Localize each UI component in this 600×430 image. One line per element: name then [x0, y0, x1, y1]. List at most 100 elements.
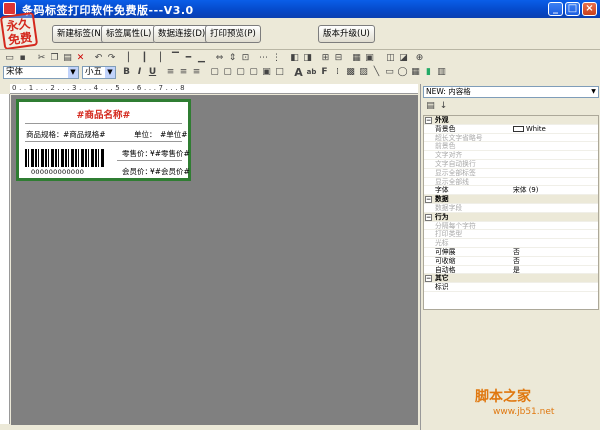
property-category[interactable]: − 数据: [424, 195, 598, 204]
object-select[interactable]: NEW: 内容格 ▼: [423, 86, 599, 98]
text-right-icon[interactable]: ≡: [191, 67, 202, 78]
same-size-icon[interactable]: ⊡: [240, 53, 251, 64]
property-row[interactable]: 前景色: [424, 142, 598, 152]
retail-price-label[interactable]: 零售价：: [122, 148, 152, 159]
property-row[interactable]: 文字对齐: [424, 151, 598, 160]
save-icon[interactable]: ▪: [17, 53, 28, 64]
maximize-button[interactable]: □: [565, 2, 580, 16]
property-row[interactable]: 可收缩 否: [424, 257, 598, 266]
send-back-icon[interactable]: ◨: [302, 53, 313, 64]
property-row[interactable]: 可伸展 否: [424, 248, 598, 257]
property-row[interactable]: 背景色 White: [424, 125, 598, 134]
barcode-tool-icon[interactable]: ⁞: [332, 67, 343, 78]
property-row[interactable]: 文字自动换行: [424, 160, 598, 169]
property-row[interactable]: 显示全部线: [424, 178, 598, 187]
property-value[interactable]: 宋体 (9): [513, 186, 538, 195]
property-row[interactable]: 自动格是: [424, 266, 598, 275]
delete-icon[interactable]: ✕: [75, 53, 86, 64]
print-preview-button[interactable]: 打印预览(P): [205, 25, 261, 43]
text-tool-icon[interactable]: A: [293, 67, 304, 78]
align-middle-icon[interactable]: ━: [183, 53, 194, 64]
qrcode-tool-icon[interactable]: ▩: [345, 67, 356, 78]
sort-alpha-icon[interactable]: ↓: [438, 101, 449, 112]
close-button[interactable]: ×: [582, 2, 597, 16]
unit-label[interactable]: 单位：: [134, 129, 157, 140]
align-right-icon[interactable]: ▕: [152, 53, 163, 64]
bring-front-icon[interactable]: ◧: [289, 53, 300, 64]
property-row[interactable]: 数据字段: [424, 204, 598, 213]
minimize-button[interactable]: _: [548, 2, 563, 16]
same-width-icon[interactable]: ⇔: [214, 53, 225, 64]
property-category[interactable]: − 行为: [424, 212, 598, 222]
field-tool-icon[interactable]: F: [319, 67, 330, 78]
text-left-icon[interactable]: ≡: [165, 67, 176, 78]
border-bottom-icon[interactable]: ▢: [248, 67, 259, 78]
spec-label[interactable]: 商品规格：: [26, 129, 64, 140]
h-spacing-icon[interactable]: ⋯: [258, 53, 269, 64]
redo-icon[interactable]: ↷: [106, 53, 117, 64]
border-all-icon[interactable]: ▣: [261, 67, 272, 78]
property-row[interactable]: 显示全部标签: [424, 169, 598, 178]
align-bottom-icon[interactable]: ▁: [196, 53, 207, 64]
align-left-icon[interactable]: ▏: [126, 53, 137, 64]
v-spacing-icon[interactable]: ⋮: [271, 53, 282, 64]
font-family-select[interactable]: 宋体 ▼: [3, 66, 79, 79]
property-value[interactable]: 否: [513, 257, 520, 266]
border-none-icon[interactable]: □: [274, 67, 285, 78]
barcode-image[interactable]: [25, 149, 105, 167]
chart-tool-icon[interactable]: ▮: [423, 67, 434, 78]
database-tool-icon[interactable]: ▥: [436, 67, 447, 78]
collapse-icon[interactable]: −: [425, 213, 432, 221]
design-canvas[interactable]: #商品名称# 商品规格： #商品规格# 单位： #单位# 00000000000…: [11, 95, 418, 425]
property-row[interactable]: 打印类型: [424, 230, 598, 240]
property-category[interactable]: − 外观: [424, 116, 598, 125]
label-preview[interactable]: #商品名称# 商品规格： #商品规格# 单位： #单位# 00000000000…: [16, 99, 191, 181]
categorized-icon[interactable]: ▤: [425, 101, 436, 112]
collapse-icon[interactable]: −: [425, 117, 432, 124]
spec-field[interactable]: #商品规格#: [63, 129, 106, 140]
label-properties-button[interactable]: 标签属性(L): [101, 25, 157, 43]
property-row[interactable]: 字体 宋体 (9): [424, 186, 598, 196]
property-value[interactable]: 是: [513, 266, 520, 275]
center-v-icon[interactable]: ⊟: [333, 53, 344, 64]
upgrade-button[interactable]: 版本升级(U): [318, 25, 375, 43]
collapse-icon[interactable]: −: [425, 196, 432, 204]
border-right-icon[interactable]: ▢: [235, 67, 246, 78]
paste-icon[interactable]: ▤: [62, 53, 73, 64]
border-left-icon[interactable]: ▢: [209, 67, 220, 78]
collapse-icon[interactable]: −: [425, 275, 432, 283]
zoom-icon[interactable]: ⊕: [414, 53, 425, 64]
snap-icon[interactable]: ▣: [364, 53, 375, 64]
property-category[interactable]: − 其它: [424, 274, 598, 284]
font-size-select[interactable]: 小五 ▼: [82, 66, 116, 79]
data-connect-button[interactable]: 数据连接(D): [153, 25, 211, 43]
member-price-label[interactable]: 会员价：: [122, 166, 152, 177]
product-name-field[interactable]: #商品名称#: [19, 107, 188, 121]
bold-button[interactable]: B: [121, 67, 132, 78]
unit-field[interactable]: #单位#: [160, 129, 188, 140]
grid-icon[interactable]: ▦: [351, 53, 362, 64]
property-value[interactable]: White: [513, 125, 546, 134]
border-top-icon[interactable]: ▢: [222, 67, 233, 78]
line-tool-icon[interactable]: ╲: [371, 67, 382, 78]
same-height-icon[interactable]: ⇕: [227, 53, 238, 64]
property-row[interactable]: 光标: [424, 239, 598, 248]
rect-tool-icon[interactable]: ▭: [384, 67, 395, 78]
align-top-icon[interactable]: ▔: [170, 53, 181, 64]
property-row[interactable]: 标识: [424, 283, 598, 292]
group-icon[interactable]: ◪: [398, 53, 409, 64]
image-tool-icon[interactable]: ▨: [358, 67, 369, 78]
retail-price-field[interactable]: ¥#零售价#: [150, 148, 190, 159]
underline-button[interactable]: U: [147, 67, 158, 78]
member-price-field[interactable]: ¥#会员价#: [150, 166, 190, 177]
italic-button[interactable]: I: [134, 67, 145, 78]
rich-text-icon[interactable]: ab: [306, 67, 317, 78]
align-center-icon[interactable]: ┃: [139, 53, 150, 64]
undo-icon[interactable]: ↶: [93, 53, 104, 64]
center-h-icon[interactable]: ⊞: [320, 53, 331, 64]
cut-icon[interactable]: ✂: [36, 53, 47, 64]
lock-icon[interactable]: ◫: [385, 53, 396, 64]
open-icon[interactable]: ▭: [4, 53, 15, 64]
ellipse-tool-icon[interactable]: ◯: [397, 67, 408, 78]
text-center-icon[interactable]: ≡: [178, 67, 189, 78]
